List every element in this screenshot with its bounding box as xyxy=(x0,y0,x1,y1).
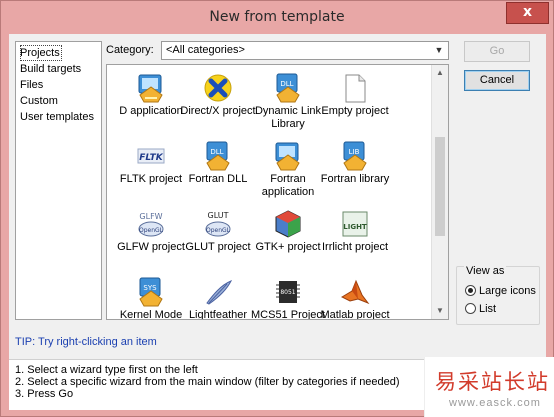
close-button[interactable]: x xyxy=(506,2,549,24)
view-as-legend: View as xyxy=(464,265,507,277)
radio-unselected-icon[interactable] xyxy=(465,303,476,314)
template-fortran-dll[interactable]: DLL Fortran DLL xyxy=(182,137,254,203)
empty-file-icon xyxy=(345,74,366,103)
template-kernel-mode-driver[interactable]: SYS Kernel Mode Driver xyxy=(115,273,187,319)
wizard-type-custom[interactable]: Custom xyxy=(20,93,97,109)
wizard-type-files[interactable]: Files xyxy=(20,77,97,93)
mcs51-chip-icon: 8051 xyxy=(276,281,300,303)
cancel-button[interactable]: Cancel xyxy=(464,70,530,91)
category-label: Category: xyxy=(106,44,154,56)
template-glut-project[interactable]: GLUT OpenGL GLUT project xyxy=(182,205,254,271)
radio-selected-icon[interactable] xyxy=(465,285,476,296)
templates-panel: D application Direct/X project DLL Dynam… xyxy=(106,64,449,320)
scroll-up-arrow-icon[interactable]: ▲ xyxy=(432,65,448,81)
fltk-icon: FLTK xyxy=(137,148,165,164)
view-list-label: List xyxy=(479,303,497,315)
view-as-group: View as Large icons List xyxy=(456,265,540,325)
dialog-client-area: Projects Build targets Files Custom User… xyxy=(9,34,546,410)
mcs51-chip-text: 8051 xyxy=(280,289,295,296)
watermark-url: www.easck.com xyxy=(449,397,541,409)
window-title: New from template xyxy=(209,9,345,25)
fltk-icon-text: FLTK xyxy=(139,153,164,163)
template-glfw-project[interactable]: GLFW OpenGL GLFW project xyxy=(115,205,187,271)
template-label: Irrlicht project xyxy=(321,241,389,253)
directx-icon xyxy=(204,74,232,102)
matlab-icon xyxy=(340,279,370,305)
template-gtk-project[interactable]: GTK+ project xyxy=(252,205,324,271)
template-lightfeather-project[interactable]: Lightfeather project xyxy=(182,273,254,319)
glut-icon: GLUT OpenGL xyxy=(205,211,231,237)
dialog-window: New from template x Projects Build targe… xyxy=(0,0,554,417)
go-button[interactable]: Go xyxy=(464,41,530,62)
watermark-title: 易采站长站 xyxy=(435,370,550,394)
glut-icon-text: GLUT xyxy=(208,211,229,220)
wizard-type-list[interactable]: Projects Build targets Files Custom User… xyxy=(15,41,102,320)
wizard-type-build-targets[interactable]: Build targets xyxy=(20,61,97,77)
site-watermark: 易采站长站 www.easck.com xyxy=(424,357,554,417)
template-fortran-library[interactable]: LIB Fortran library xyxy=(319,137,391,203)
fortran-dll-icon-text: DLL xyxy=(210,148,223,156)
wizard-type-user-templates[interactable]: User templates xyxy=(20,109,97,125)
glfw-icon-text: GLFW xyxy=(139,212,162,221)
template-label: Fortran DLL xyxy=(188,173,248,185)
tip-text: TIP: Try right-clicking an item xyxy=(15,336,157,348)
lightfeather-icon xyxy=(206,280,233,305)
glut-opengl-text: OpenGL xyxy=(206,227,231,234)
template-mcs51-project[interactable]: 8051 MCS51 Project xyxy=(251,273,325,319)
template-irrlicht-project[interactable]: LIGHT Irrlicht project xyxy=(319,205,391,271)
irrlicht-icon: LIGHT xyxy=(342,211,368,237)
template-label: Direct/X project xyxy=(180,105,256,117)
kernel-driver-icon-text: SYS xyxy=(143,284,157,292)
template-dynamic-link-library[interactable]: DLL Dynamic Link Library xyxy=(252,69,324,135)
glfw-opengl-text: OpenGL xyxy=(139,227,164,234)
gtk-icon xyxy=(275,210,301,238)
category-value: <All categories> xyxy=(166,44,245,56)
scrollbar-thumb[interactable] xyxy=(435,137,445,236)
template-empty-project[interactable]: Empty project xyxy=(319,69,391,135)
template-matlab-project[interactable]: Matlab project xyxy=(319,273,391,319)
template-label: Lightfeather project xyxy=(188,309,248,320)
fortran-dll-icon: DLL xyxy=(206,141,230,171)
glfw-icon: GLFW OpenGL xyxy=(138,212,164,237)
dll-icon: DLL xyxy=(276,73,300,103)
view-large-icons-label: Large icons xyxy=(479,285,536,297)
template-label: GLUT project xyxy=(185,241,251,253)
kernel-driver-icon: SYS xyxy=(139,277,163,307)
template-fltk-project[interactable]: FLTK FLTK project xyxy=(115,137,187,203)
scroll-down-arrow-icon[interactable]: ▼ xyxy=(432,303,448,319)
title-bar[interactable]: New from template x xyxy=(1,1,553,34)
wizard-type-projects[interactable]: Projects xyxy=(20,45,62,61)
template-directx-project[interactable]: Direct/X project xyxy=(180,69,256,135)
template-label: Matlab project xyxy=(320,309,390,320)
fortran-lib-icon-text: LIB xyxy=(349,148,360,156)
template-fortran-application[interactable]: Fortran application xyxy=(252,137,324,203)
category-dropdown[interactable]: <All categories> ▼ xyxy=(161,41,449,60)
chevron-down-icon[interactable]: ▼ xyxy=(432,43,446,58)
template-d-application[interactable]: D application xyxy=(115,69,187,135)
d-app-icon xyxy=(138,74,163,103)
irrlicht-icon-text: LIGHT xyxy=(343,223,367,231)
view-large-icons-radio[interactable]: Large icons xyxy=(465,285,536,297)
template-label: Empty project xyxy=(321,105,389,117)
view-list-radio[interactable]: List xyxy=(465,303,496,315)
fortran-app-icon xyxy=(275,142,300,171)
templates-scrollbar[interactable]: ▲ ▼ xyxy=(431,65,448,319)
templates-grid: D application Direct/X project DLL Dynam… xyxy=(107,65,433,319)
fortran-lib-icon: LIB xyxy=(343,141,367,171)
dll-icon-text: DLL xyxy=(280,80,293,88)
template-label: Fortran library xyxy=(320,173,390,185)
